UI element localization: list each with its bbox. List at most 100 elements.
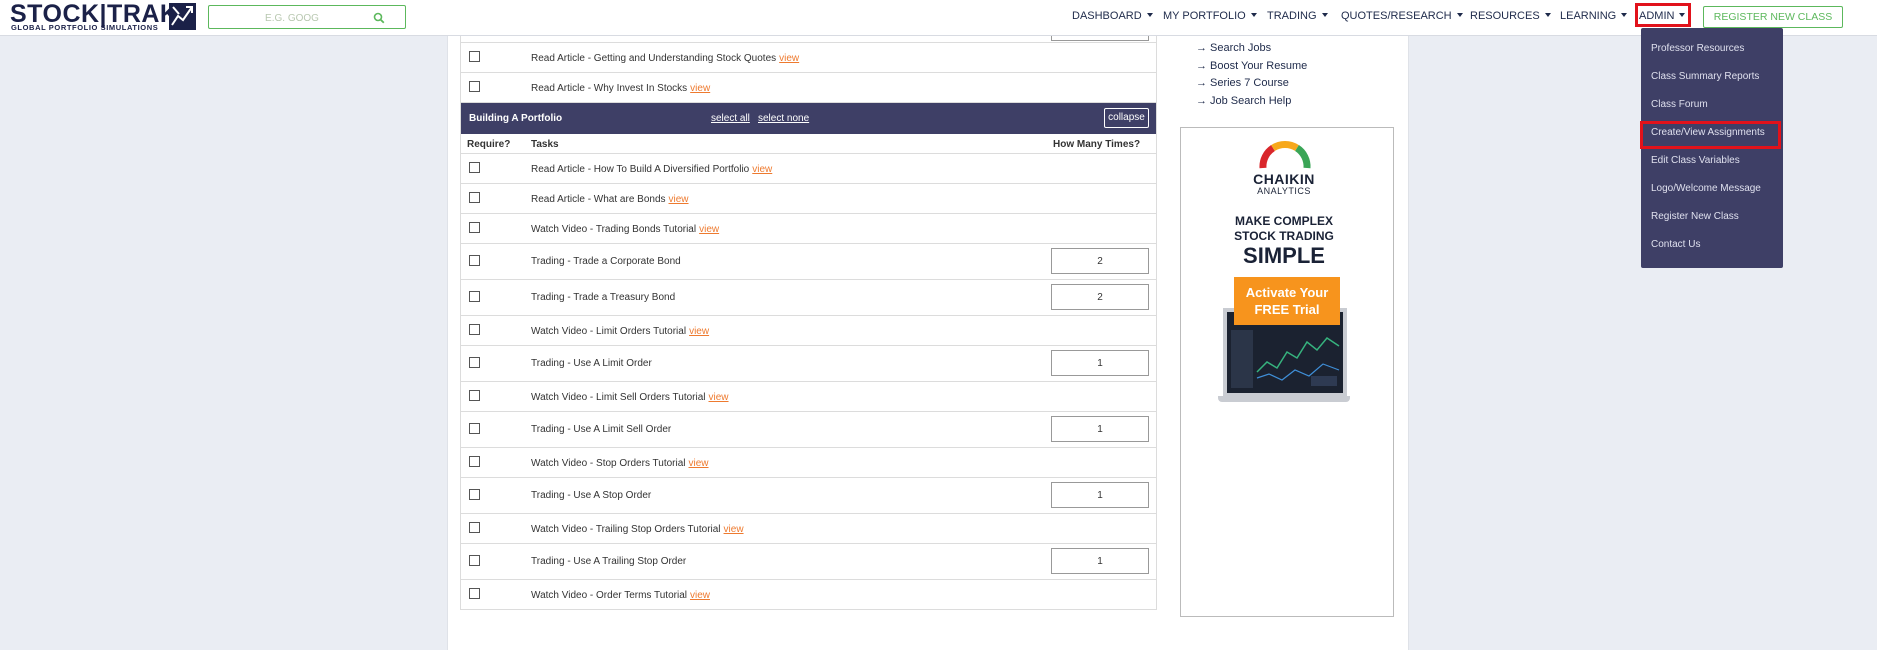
view-link[interactable]: view (690, 590, 710, 601)
arrow-right-icon: → (1196, 95, 1207, 107)
stocktrak-logo[interactable]: STOCK|TRAK GLOBAL PORTFOLIO SIMULATIONS (10, 2, 200, 33)
times-input[interactable] (1051, 248, 1149, 274)
chaikin-ad-banner[interactable]: CHAIKIN ANALYTICS MAKE COMPLEX STOCK TRA… (1218, 130, 1350, 414)
task-label: Read Article - Why Invest In Stocks view (531, 83, 710, 94)
nav-my-portfolio[interactable]: MY PORTFOLIO (1163, 10, 1257, 22)
require-checkbox[interactable] (469, 51, 480, 62)
view-link[interactable]: view (690, 83, 710, 94)
task-text: Trading - Use A Stop Order (531, 490, 652, 501)
caret-down-icon (1146, 13, 1153, 17)
link-job-search-help[interactable]: → Job Search Help (1196, 95, 1291, 107)
require-checkbox[interactable] (469, 324, 480, 335)
menu-item-register-new-class[interactable]: Register New Class (1641, 205, 1783, 229)
menu-item-class-forum[interactable]: Class Forum (1641, 93, 1783, 117)
table-row: Watch Video - Limit Orders Tutorial view (461, 316, 1156, 346)
table-row: Trading - Use A Trailing Stop Order (461, 544, 1156, 580)
require-checkbox[interactable] (469, 162, 480, 173)
nav-label: RESOURCES (1470, 10, 1540, 22)
link-search-jobs[interactable]: → Search Jobs (1196, 42, 1271, 54)
arrow-right-icon: → (1196, 42, 1207, 54)
times-input[interactable] (1051, 416, 1149, 442)
view-link[interactable]: view (669, 194, 689, 205)
task-text: Read Article - What are Bonds (531, 194, 666, 205)
require-checkbox[interactable] (469, 192, 480, 203)
task-label: Trading - Trade a Corporate Bond (531, 256, 681, 267)
table-row: Watch Video - Trailing Stop Orders Tutor… (461, 514, 1156, 544)
ad-cta-button[interactable]: Activate Your FREE Trial (1234, 277, 1340, 325)
arrow-right-icon: → (1196, 60, 1207, 72)
col-tasks: Tasks (531, 139, 559, 150)
require-checkbox[interactable] (469, 81, 480, 92)
ad-laptop-base (1218, 396, 1350, 402)
times-input[interactable] (1051, 350, 1149, 376)
search-input[interactable] (215, 9, 369, 27)
search-icon[interactable] (373, 11, 385, 24)
menu-item-contact-us[interactable]: Contact Us (1641, 233, 1783, 257)
times-input[interactable] (1051, 548, 1149, 574)
view-link[interactable]: view (709, 392, 729, 403)
require-checkbox[interactable] (469, 555, 480, 566)
task-label: Trading - Use A Trailing Stop Order (531, 556, 686, 567)
task-text: Watch Video - Order Terms Tutorial (531, 590, 687, 601)
view-link[interactable]: view (689, 458, 709, 469)
task-text: Watch Video - Trailing Stop Orders Tutor… (531, 524, 721, 535)
table-row (461, 15, 1156, 43)
task-label: Read Article - Getting and Understanding… (531, 53, 799, 64)
task-label: Watch Video - Limit Orders Tutorial view (531, 326, 709, 337)
nav-trading[interactable]: TRADING (1267, 10, 1328, 22)
nav-dashboard[interactable]: DASHBOARD (1072, 10, 1153, 22)
require-checkbox[interactable] (469, 255, 480, 266)
table-row: Trading - Use A Stop Order (461, 478, 1156, 514)
nav-label: TRADING (1267, 10, 1317, 22)
require-checkbox[interactable] (469, 588, 480, 599)
nav-resources[interactable]: RESOURCES (1470, 10, 1551, 22)
collapse-button[interactable]: collapse (1104, 108, 1149, 128)
ad-headline-3: SIMPLE (1243, 243, 1325, 268)
link-series-7[interactable]: → Series 7 Course (1196, 77, 1289, 89)
require-checkbox[interactable] (469, 291, 480, 302)
table-row: Read Article - What are Bonds view (461, 184, 1156, 214)
times-input[interactable] (1051, 284, 1149, 310)
task-text: Watch Video - Limit Orders Tutorial (531, 326, 687, 337)
nav-label: DASHBOARD (1072, 10, 1142, 22)
require-checkbox[interactable] (469, 456, 480, 467)
task-label: Trading - Use A Stop Order (531, 490, 651, 501)
require-checkbox[interactable] (469, 489, 480, 500)
require-checkbox[interactable] (469, 522, 480, 533)
register-new-class-button[interactable]: REGISTER NEW CLASS (1703, 6, 1843, 28)
view-link[interactable]: view (689, 326, 709, 337)
menu-item-edit-class-variables[interactable]: Edit Class Variables (1641, 149, 1783, 173)
section-task-rows: Read Article - How To Build A Diversifie… (461, 154, 1156, 610)
table-row: Watch Video - Limit Sell Orders Tutorial… (461, 382, 1156, 412)
view-link[interactable]: view (779, 53, 799, 64)
view-link[interactable]: view (724, 524, 744, 535)
task-text: Watch Video - Limit Sell Orders Tutorial (531, 392, 706, 403)
require-checkbox[interactable] (469, 357, 480, 368)
view-link[interactable]: view (699, 224, 719, 235)
menu-item-logo-welcome-message[interactable]: Logo/Welcome Message (1641, 177, 1783, 201)
select-none-link[interactable]: select none (758, 113, 809, 124)
select-all-link[interactable]: select all (711, 113, 750, 124)
nav-quotes-research[interactable]: QUOTES/RESEARCH (1341, 10, 1463, 22)
times-input[interactable] (1051, 482, 1149, 508)
caret-down-icon (1544, 13, 1551, 17)
view-link[interactable]: view (752, 164, 772, 175)
menu-item-class-summary-reports[interactable]: Class Summary Reports (1641, 65, 1783, 89)
link-label: Series 7 Course (1210, 77, 1289, 89)
nav-label: QUOTES/RESEARCH (1341, 10, 1452, 22)
link-label: Search Jobs (1210, 42, 1272, 54)
task-text: Trading - Trade a Corporate Bond (531, 256, 681, 267)
require-checkbox[interactable] (469, 222, 480, 233)
table-row: Read Article - Getting and Understanding… (461, 43, 1156, 73)
require-checkbox[interactable] (469, 423, 480, 434)
caret-down-icon (1621, 13, 1628, 17)
logo-mark-icon (169, 3, 196, 30)
nav-learning[interactable]: LEARNING (1560, 10, 1628, 22)
task-label: Read Article - How To Build A Diversifie… (531, 164, 772, 175)
caret-down-icon (1456, 13, 1463, 17)
menu-item-professor-resources[interactable]: Professor Resources (1641, 37, 1783, 61)
require-checkbox[interactable] (469, 390, 480, 401)
task-text: Watch Video - Stop Orders Tutorial (531, 458, 686, 469)
caret-down-icon (1321, 13, 1328, 17)
link-boost-resume[interactable]: → Boost Your Resume (1196, 60, 1307, 72)
